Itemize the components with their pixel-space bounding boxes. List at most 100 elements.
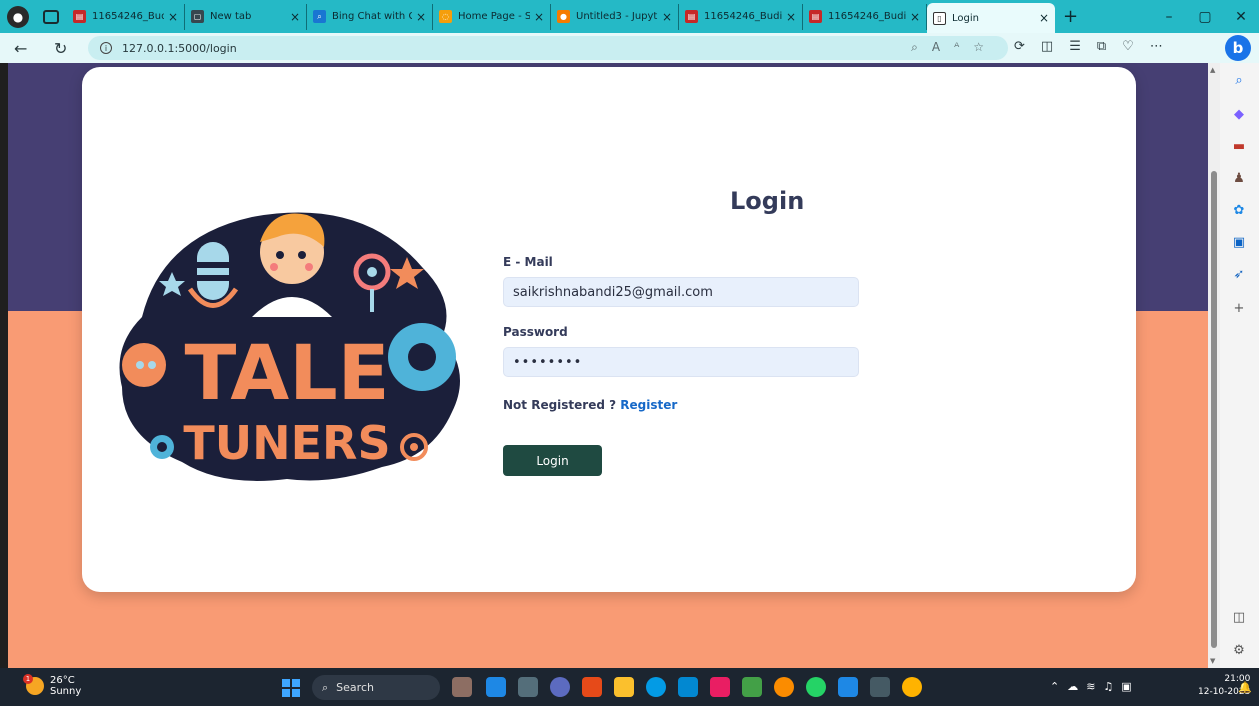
close-tab-icon[interactable]: ×	[534, 10, 544, 24]
games-icon[interactable]: ♟	[1230, 169, 1248, 187]
close-tab-icon[interactable]: ×	[910, 10, 920, 24]
search-label: Search	[336, 681, 374, 694]
favorites-icon[interactable]: ☰	[1069, 39, 1081, 54]
close-tab-icon[interactable]: ×	[416, 10, 426, 24]
edge-icon[interactable]	[646, 677, 666, 697]
tab-actions-icon[interactable]	[43, 9, 59, 24]
refresh-icon[interactable]: ↻	[54, 39, 80, 58]
shopping-icon[interactable]: ◆	[1230, 105, 1248, 123]
settings-icon[interactable]: ⚙	[1230, 641, 1248, 659]
notifications-icon[interactable]: 🔔	[1238, 681, 1252, 694]
selenium-icon: ◌	[439, 10, 452, 23]
login-button[interactable]: Login	[503, 445, 602, 476]
add-icon[interactable]: +	[1230, 299, 1248, 317]
system-tray-icons[interactable]: ⌃☁≋♫▣	[1050, 680, 1140, 693]
scroll-down-icon[interactable]: ▼	[1210, 657, 1215, 665]
close-tab-icon[interactable]: ×	[662, 10, 672, 24]
password-field[interactable]: ••••••••	[503, 347, 859, 377]
scroll-up-icon[interactable]: ▲	[1210, 66, 1215, 74]
tab-title: New tab	[210, 11, 252, 22]
notification-badge: 1	[23, 674, 33, 684]
terminal-icon[interactable]	[870, 677, 890, 697]
store-icon[interactable]	[678, 677, 698, 697]
pdf-icon: ▤	[809, 10, 822, 23]
close-tab-icon[interactable]: ×	[1039, 11, 1049, 25]
more-icon[interactable]: ⋯	[1150, 39, 1163, 54]
collections-icon[interactable]: ⧉	[1097, 39, 1106, 54]
tale-tuners-logo: TALE TUNERS	[119, 212, 460, 481]
news-app-icon[interactable]	[452, 677, 472, 697]
tools-icon[interactable]: ▬	[1230, 137, 1248, 155]
whatsapp-icon[interactable]	[806, 677, 826, 697]
scroll-thumb[interactable]	[1211, 171, 1217, 648]
tab-title: 11654246_Budid	[828, 11, 906, 22]
outlook-icon[interactable]: ▣	[1230, 233, 1248, 251]
drop-icon[interactable]: ➶	[1230, 265, 1248, 283]
close-tab-icon[interactable]: ×	[168, 10, 178, 24]
browser-tab-bar: ● ▤ 11654246_Budid × ▢ New tab × ⌕ Bing Chat …	[0, 0, 1259, 33]
taskview-icon[interactable]	[518, 677, 538, 697]
pdf-icon: ▤	[685, 10, 698, 23]
weather-widget[interactable]: 1 26°C Sunny	[23, 674, 81, 697]
app-icon[interactable]	[710, 677, 730, 697]
microsoft365-icon[interactable]: ✿	[1230, 201, 1248, 219]
search-icon: ⌕	[322, 680, 329, 694]
info-icon[interactable]: i	[100, 42, 112, 54]
performance-icon[interactable]: ♡	[1122, 39, 1134, 54]
email-label: E - Mail	[503, 255, 553, 269]
split-screen-icon[interactable]: ◫	[1041, 39, 1053, 54]
tab-7[interactable]: ▤ 11654246_Budid ×	[803, 3, 927, 30]
register-prompt: Not Registered ? Register	[503, 398, 677, 412]
chrome-icon[interactable]	[774, 677, 794, 697]
taskbar-search[interactable]: ⌕ Search	[312, 675, 440, 700]
pdf-icon: ▤	[73, 10, 86, 23]
email-field[interactable]: saikrishnabandi25@gmail.com	[503, 277, 859, 307]
sun-icon: 1	[23, 674, 44, 695]
close-tab-icon[interactable]: ×	[786, 10, 796, 24]
vscode-icon[interactable]	[838, 677, 858, 697]
extensions-icon[interactable]: ⟳	[1014, 39, 1025, 54]
tab-2[interactable]: ▢ New tab ×	[185, 3, 307, 30]
url-action-icons[interactable]: ⌕Aᴬ☆	[911, 40, 998, 55]
minimize-icon[interactable]: –	[1151, 9, 1187, 25]
weather-temp: 26°C	[50, 675, 75, 686]
tab-title: 11654246_Budid	[704, 11, 782, 22]
search-icon[interactable]: ⌕	[1230, 71, 1248, 89]
chrome-canary-icon[interactable]	[902, 677, 922, 697]
url-field[interactable]: i 127.0.0.1:5000/login ⌕Aᴬ☆	[88, 36, 1008, 60]
tab-5[interactable]: ● Untitled3 - Jupyt ×	[551, 3, 679, 30]
teams-icon[interactable]	[486, 677, 506, 697]
meet-icon[interactable]	[550, 677, 570, 697]
start-icon[interactable]	[282, 679, 300, 697]
jupyter-icon: ●	[557, 10, 570, 23]
window-controls: – ▢ ✕	[1151, 0, 1259, 33]
address-bar-row: ← ↻ i 127.0.0.1:5000/login ⌕Aᴬ☆ ⟳ ◫ ☰ ⧉ …	[0, 33, 1259, 63]
page-scrollbar[interactable]: ▲ ▼	[1208, 63, 1220, 668]
tab-6[interactable]: ▤ 11654246_Budid ×	[679, 3, 803, 30]
tab-3[interactable]: ⌕ Bing Chat with G ×	[307, 3, 433, 30]
restore-icon[interactable]: ▢	[1187, 9, 1223, 25]
close-window-icon[interactable]: ✕	[1223, 9, 1259, 25]
tab-8-active[interactable]: ▯ Login ×	[927, 3, 1055, 33]
back-icon[interactable]: ←	[14, 39, 40, 58]
tab-title: 11654246_Budid	[92, 11, 164, 22]
file-explorer-icon[interactable]	[614, 677, 634, 697]
sidebar-toggle-icon[interactable]: ◫	[1230, 608, 1248, 626]
git-icon[interactable]	[742, 677, 762, 697]
register-prompt-text: Not Registered ?	[503, 398, 617, 412]
brave-icon[interactable]	[582, 677, 602, 697]
logo-word-tale: TALE	[184, 328, 389, 417]
new-tab-icon: ▢	[191, 10, 204, 23]
page-viewport: TALE TUNERS Login E - Mail saikrishnaban…	[8, 63, 1208, 668]
register-link[interactable]: Register	[620, 398, 677, 412]
url-text: 127.0.0.1:5000/login	[122, 41, 237, 55]
tab-1[interactable]: ▤ 11654246_Budid ×	[67, 3, 185, 30]
tab-4[interactable]: ◌ Home Page - Sel ×	[433, 3, 551, 30]
new-tab-button[interactable]: +	[1063, 6, 1078, 27]
close-tab-icon[interactable]: ×	[290, 10, 300, 24]
bing-copilot-icon[interactable]: b	[1225, 35, 1251, 61]
login-card: TALE TUNERS Login E - Mail saikrishnaban…	[82, 67, 1136, 592]
profile-icon[interactable]: ●	[7, 5, 29, 28]
toolbar-icons: ⟳ ◫ ☰ ⧉ ♡ ⋯	[1014, 39, 1163, 54]
microphone-icon	[197, 242, 229, 300]
